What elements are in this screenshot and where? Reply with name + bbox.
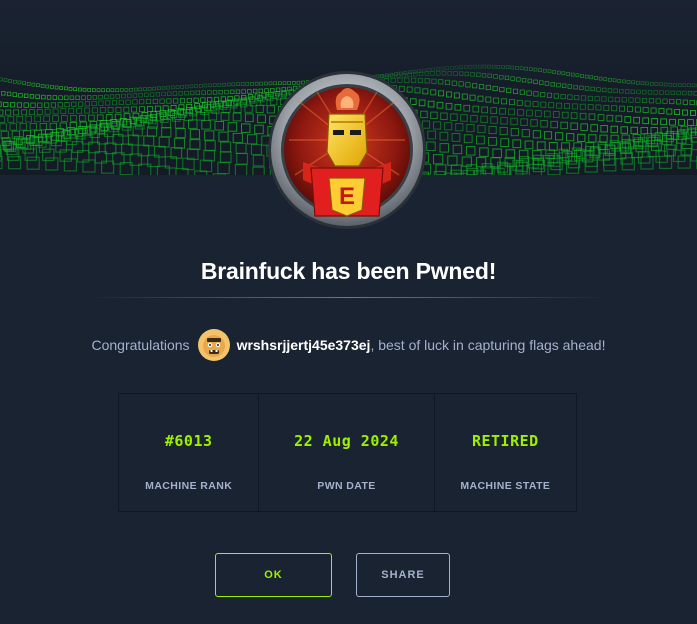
- congrats-suffix: , best of luck in capturing flags ahead!: [370, 337, 606, 353]
- congrats-prefix: Congratulations: [91, 337, 190, 353]
- machine-state-value: RETIRED: [471, 432, 539, 450]
- title-divider: [88, 297, 608, 298]
- pwn-date-value: 22 Aug 2024: [294, 432, 399, 450]
- stat-pwn-date: 22 Aug 2024 PWN DATE: [258, 394, 433, 511]
- pwned-dialog: E Brainfuck has been Pwned! Congratulati…: [0, 0, 697, 624]
- stat-machine-state: RETIRED MACHINE STATE: [433, 394, 576, 511]
- stat-machine-rank: #6013 MACHINE RANK: [119, 394, 258, 511]
- ok-button[interactable]: OK: [215, 553, 332, 597]
- share-button[interactable]: SHARE: [356, 553, 450, 597]
- pwn-date-label: PWN DATE: [317, 480, 376, 492]
- svg-text:E: E: [339, 183, 355, 210]
- page-title: Brainfuck has been Pwned!: [200, 258, 497, 284]
- machine-rank-value: #6013: [164, 432, 213, 450]
- stats-panel: #6013 MACHINE RANK 22 Aug 2024 PWN DATE …: [118, 393, 577, 512]
- username[interactable]: wrshsrjjertj45e373ej: [237, 337, 371, 353]
- machine-rank-label: MACHINE RANK: [145, 480, 233, 492]
- congratulations-line: Congratulations wrshsrjjertj45e373ej , b…: [0, 328, 697, 362]
- user-avatar-icon[interactable]: [197, 329, 230, 361]
- machine-badge-icon: E: [268, 71, 426, 229]
- machine-state-label: MACHINE STATE: [460, 480, 551, 492]
